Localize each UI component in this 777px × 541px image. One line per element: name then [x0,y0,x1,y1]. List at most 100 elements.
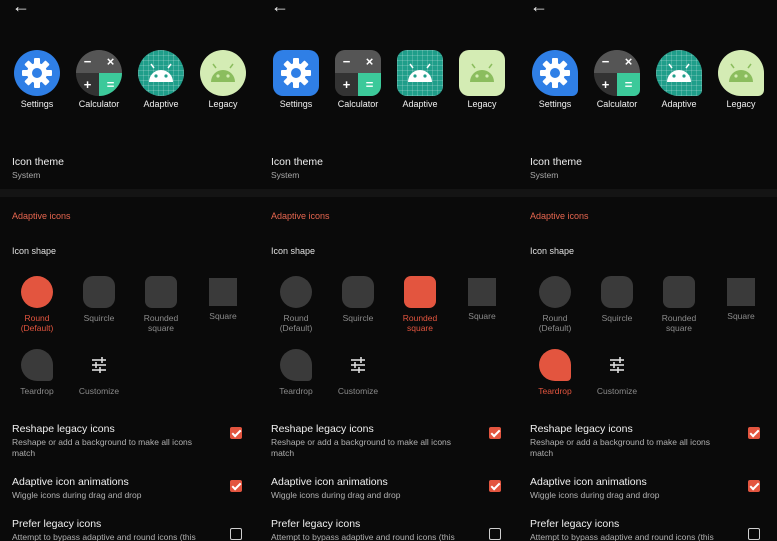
shape-square[interactable]: Square [451,276,513,321]
calculator-icon: − × + = [335,50,381,96]
shape-squircle[interactable]: Squircle [68,276,130,323]
animations-checkbox[interactable] [489,480,501,492]
teardrop-shape-icon [280,349,312,381]
square-shape-icon [209,278,237,306]
icon-shape-label: Icon shape [271,246,316,256]
preview-calculator: − × + = Calculator [68,50,130,109]
preview-adaptive: Adaptive [389,50,451,109]
squircle-shape-icon [342,276,374,308]
icon-shape-label: Icon shape [12,246,57,256]
back-arrow-icon[interactable]: ← [12,0,30,16]
preview-settings: Settings [524,50,586,109]
preview-label: Adaptive [143,99,179,109]
rounded-square-shape-icon [404,276,436,308]
preview-label: Settings [279,99,313,109]
reshape-checkbox[interactable] [230,427,242,439]
screens-row: ← Settings − × + = Calculator Adaptive L… [0,0,777,541]
icon-theme-title[interactable]: Icon theme [271,156,323,168]
icon-preview-row: Settings − × + = Calculator Adaptive Leg… [259,50,518,120]
divider [0,189,259,197]
android-adaptive-icon [138,50,184,96]
preview-label: Settings [538,99,572,109]
squircle-shape-icon [601,276,633,308]
square-shape-icon [468,278,496,306]
shape-squircle[interactable]: Squircle [327,276,389,323]
animations-checkbox[interactable] [748,480,760,492]
reshape-checkbox[interactable] [489,427,501,439]
preview-adaptive: Adaptive [130,50,192,109]
teardrop-shape-icon [539,349,571,381]
customize-button[interactable]: Customize [586,349,648,396]
sliders-icon [342,349,374,381]
shape-round[interactable]: Round (Default) [524,276,586,333]
preview-settings: Settings [265,50,327,109]
reshape-checkbox[interactable] [748,427,760,439]
prefer-legacy-checkbox[interactable] [489,528,501,540]
preview-label: Calculator [78,99,120,109]
preview-label: Calculator [596,99,638,109]
preview-calculator: − × + = Calculator [327,50,389,109]
settings-gear-icon [14,50,60,96]
screen-teardrop: ← Settings − × + = Calculator Adaptive L… [518,0,777,541]
section-header-adaptive: Adaptive icons [271,211,330,221]
shape-rounded-square[interactable]: Rounded square [130,276,192,333]
back-arrow-icon[interactable]: ← [271,0,289,16]
section-header-adaptive: Adaptive icons [530,211,589,221]
android-adaptive-icon [397,50,443,96]
icon-theme-value: System [530,170,559,180]
shape-rounded-square[interactable]: Rounded square [648,276,710,333]
preview-label: Adaptive [402,99,438,109]
square-shape-icon [727,278,755,306]
squircle-shape-icon [83,276,115,308]
icon-preview-row: Settings − × + = Calculator Adaptive Leg… [518,50,777,120]
sliders-icon [601,349,633,381]
customize-button[interactable]: Customize [68,349,130,396]
screen-round: ← Settings − × + = Calculator Adaptive L… [0,0,259,541]
icon-shape-label: Icon shape [530,246,575,256]
preview-label: Settings [20,99,54,109]
preview-label: Calculator [337,99,379,109]
shape-teardrop[interactable]: Teardrop [265,349,327,396]
shape-round[interactable]: Round (Default) [6,276,68,333]
android-legacy-icon [200,50,246,96]
preview-label: Adaptive [661,99,697,109]
rounded-square-shape-icon [145,276,177,308]
shape-square[interactable]: Square [710,276,772,321]
shape-rounded-square[interactable]: Rounded square [389,276,451,333]
customize-button[interactable]: Customize [327,349,389,396]
sliders-icon [83,349,115,381]
prefer-legacy-checkbox[interactable] [748,528,760,540]
screen-rounded-square: ← Settings − × + = Calculator Adaptive L… [259,0,518,541]
icon-theme-title[interactable]: Icon theme [12,156,64,168]
icon-theme-value: System [12,170,41,180]
calculator-icon: − × + = [594,50,640,96]
prefer-legacy-checkbox[interactable] [230,528,242,540]
preview-legacy: Legacy [710,50,772,109]
section-header-adaptive: Adaptive icons [12,211,71,221]
preview-label: Legacy [208,99,238,109]
divider [518,189,777,197]
shape-round[interactable]: Round (Default) [265,276,327,333]
preview-legacy: Legacy [451,50,513,109]
preview-label: Legacy [726,99,756,109]
shape-teardrop[interactable]: Teardrop [6,349,68,396]
icon-theme-title[interactable]: Icon theme [530,156,582,168]
divider [259,189,518,197]
shape-squircle[interactable]: Squircle [586,276,648,323]
preview-calculator: − × + = Calculator [586,50,648,109]
icon-preview-row: Settings − × + = Calculator Adaptive Leg… [0,50,259,120]
teardrop-shape-icon [21,349,53,381]
animations-checkbox[interactable] [230,480,242,492]
round-shape-icon [280,276,312,308]
preview-legacy: Legacy [192,50,254,109]
round-shape-icon [21,276,53,308]
preview-settings: Settings [6,50,68,109]
preview-adaptive: Adaptive [648,50,710,109]
preview-label: Legacy [467,99,497,109]
android-adaptive-icon [656,50,702,96]
round-shape-icon [539,276,571,308]
back-arrow-icon[interactable]: ← [530,0,548,16]
shape-square[interactable]: Square [192,276,254,321]
shape-teardrop[interactable]: Teardrop [524,349,586,396]
icon-theme-value: System [271,170,300,180]
